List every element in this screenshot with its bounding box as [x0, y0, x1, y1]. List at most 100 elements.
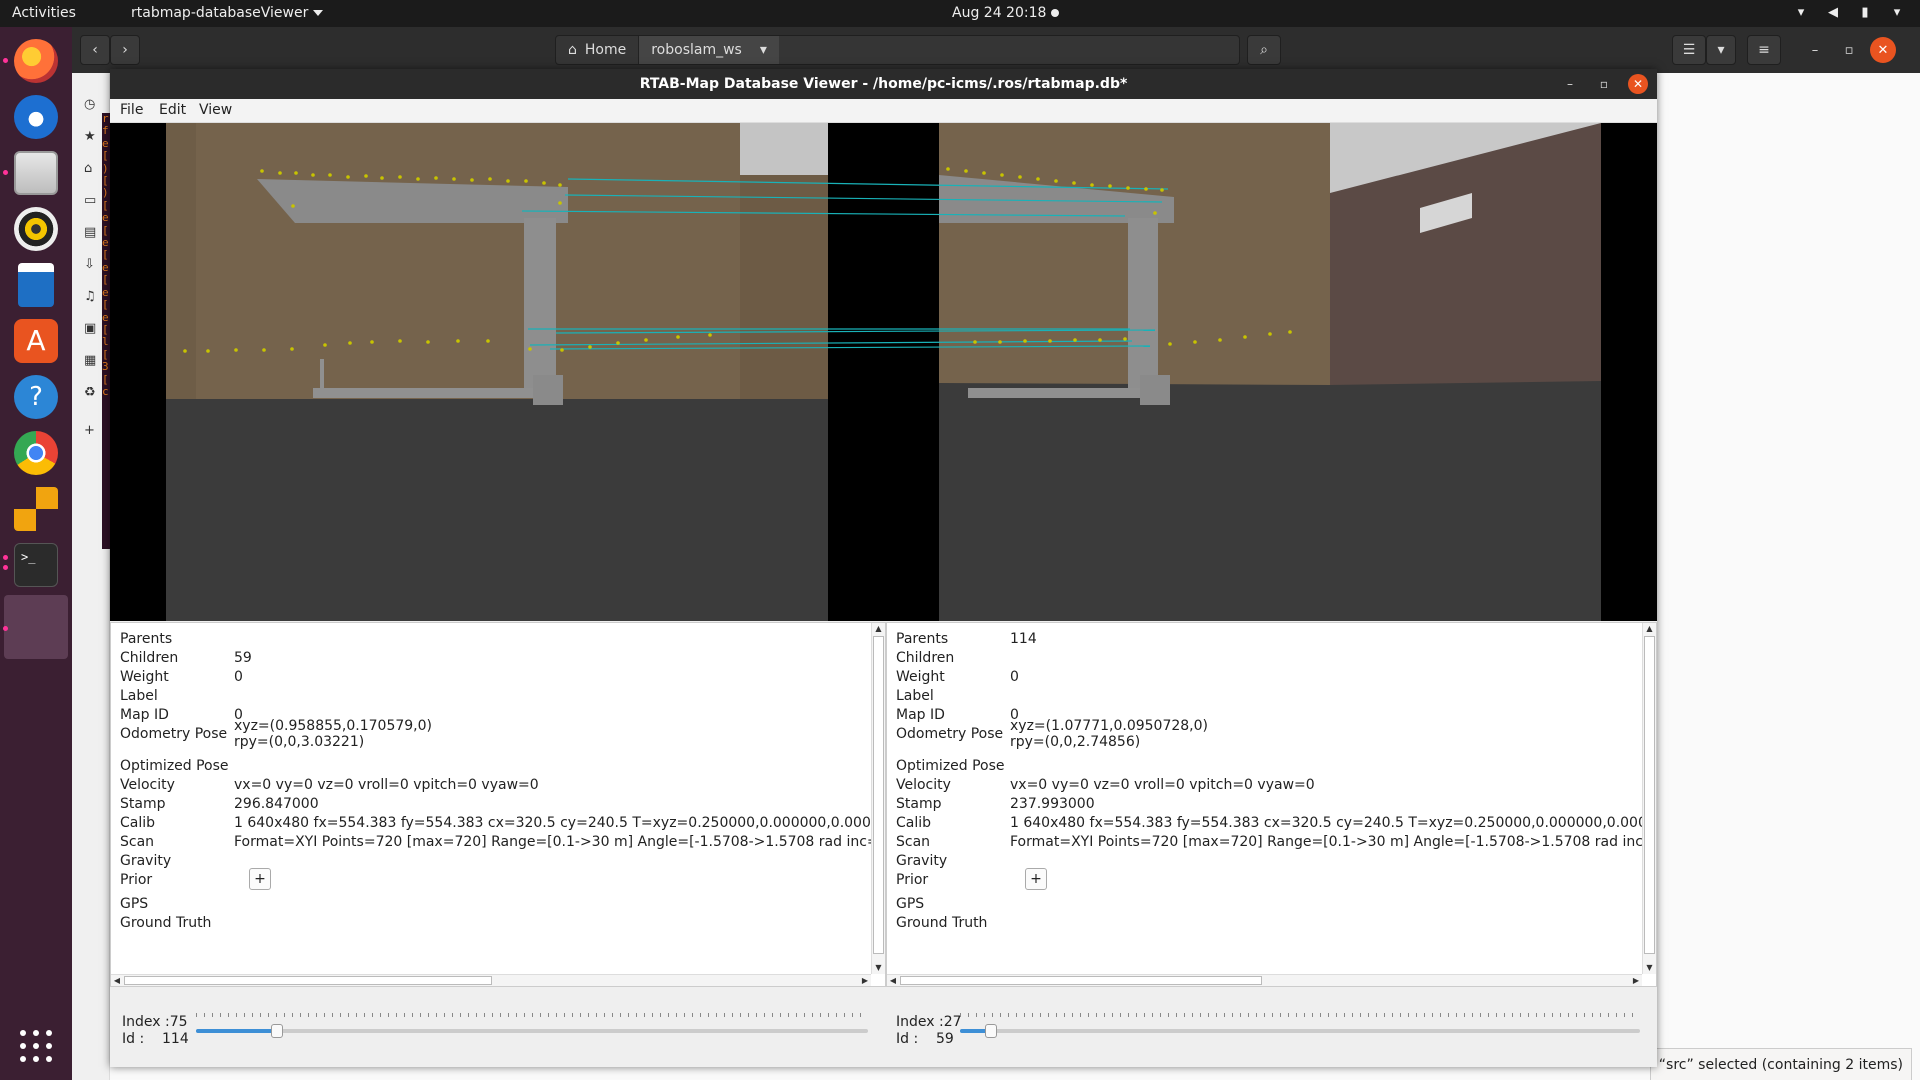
info-key: Map ID — [896, 707, 945, 723]
left-index-slider[interactable] — [196, 1024, 868, 1038]
minimize-button[interactable]: – — [1802, 37, 1828, 63]
selection-status-label: “src” selected (containing 2 items) — [1658, 1056, 1903, 1073]
left-horizontal-scrollbar[interactable]: ◀ ▶ — [111, 974, 871, 986]
right-vertical-scrollbar[interactable]: ▲ ▼ — [1642, 623, 1656, 974]
prior-add-button[interactable]: + — [249, 868, 271, 890]
firefox-icon — [14, 39, 58, 83]
scroll-thumb[interactable] — [124, 976, 492, 985]
menu-view[interactable]: View — [199, 102, 232, 118]
info-key: Weight — [896, 669, 945, 685]
desktop-icon[interactable]: ▭ — [84, 193, 96, 208]
index-label-text: Index : — [896, 1014, 944, 1030]
right-index-slider[interactable] — [960, 1024, 1640, 1038]
info-key: GPS — [896, 896, 925, 912]
info-key: Parents — [120, 631, 173, 647]
info-value: 1 640x480 fx=554.383 fy=554.383 cx=320.5… — [234, 815, 871, 831]
dock-terminal[interactable]: >_ — [10, 539, 62, 591]
menu-file[interactable]: File — [120, 102, 143, 118]
right-horizontal-scrollbar[interactable]: ◀ ▶ — [887, 974, 1642, 986]
maximize-icon: ▫ — [1844, 42, 1854, 58]
scroll-thumb[interactable] — [873, 636, 884, 954]
maximize-button[interactable]: ▫ — [1836, 37, 1862, 63]
feature-match-canvas — [166, 123, 1601, 621]
close-button[interactable]: ✕ — [1870, 37, 1896, 63]
chevron-down-icon — [313, 10, 324, 16]
info-key: Odometry Pose — [896, 726, 1004, 742]
image-comparison-view[interactable] — [110, 123, 1657, 621]
other-locations-icon[interactable]: + — [84, 423, 95, 438]
view-list-button[interactable]: ☰ — [1672, 35, 1706, 65]
slider-handle[interactable] — [985, 1024, 997, 1038]
show-applications-icon[interactable] — [20, 1030, 52, 1062]
path-folder-button[interactable]: roboslam_ws ▾ — [639, 36, 779, 64]
clock[interactable]: Aug 24 20:18 — [952, 5, 1046, 21]
right-index-value: 27 — [943, 1014, 962, 1030]
info-key: Ground Truth — [120, 915, 212, 931]
info-value: 59 — [234, 650, 252, 666]
back-button[interactable]: ‹ — [80, 35, 110, 65]
menu-edit[interactable]: Edit — [159, 102, 186, 118]
info-value: 296.847000 — [234, 796, 319, 812]
dock-writer[interactable] — [10, 259, 62, 311]
music-icon[interactable]: ♫ — [84, 289, 96, 304]
minimize-button[interactable]: – — [1560, 74, 1580, 94]
software-icon: A — [14, 319, 58, 363]
hamburger-menu-button[interactable]: ≡ — [1747, 35, 1781, 65]
dock-help[interactable]: ? — [10, 371, 62, 423]
documents-icon[interactable]: ▤ — [84, 225, 96, 240]
top-bar: Activities rtabmap-databaseViewer Aug 24… — [0, 0, 1920, 27]
slider-handle[interactable] — [271, 1024, 283, 1038]
system-tray[interactable]: ▾ ◀ ▮ ▾ — [1792, 3, 1906, 23]
videos-icon[interactable]: ▦ — [84, 353, 96, 368]
view-options-button[interactable]: ▾ — [1706, 35, 1736, 65]
pictures-icon[interactable]: ▣ — [84, 321, 96, 336]
dock-rtabmap-active[interactable] — [4, 595, 68, 659]
scroll-thumb[interactable] — [900, 976, 1262, 985]
prior-add-button[interactable]: + — [1025, 868, 1047, 890]
dock-files[interactable] — [10, 147, 62, 199]
scroll-thumb[interactable] — [1644, 636, 1655, 954]
info-key: Calib — [896, 815, 932, 831]
downloads-icon[interactable]: ⇩ — [84, 257, 95, 272]
app-menu[interactable]: rtabmap-databaseViewer — [131, 5, 324, 21]
scroll-up-icon[interactable]: ▲ — [872, 623, 885, 635]
scroll-left-icon[interactable]: ◀ — [887, 975, 899, 987]
left-id-value: 114 — [162, 1031, 189, 1047]
scroll-down-icon[interactable]: ▼ — [1643, 962, 1656, 974]
recent-icon[interactable]: ◷ — [84, 97, 95, 112]
left-node-info-panel[interactable]: Parents Children 59 Weight 0 Label Map ID 0 Odom… — [110, 622, 886, 987]
maximize-button[interactable]: ▫ — [1594, 74, 1614, 94]
path-home-button[interactable]: ⌂ Home — [556, 36, 640, 64]
path-home-label: Home — [584, 42, 627, 58]
right-node-info-panel[interactable]: Parents 114 Children Weight 0 Label Map ID 0 Odo… — [886, 622, 1657, 987]
right-id-label: Id : 59 — [896, 1031, 954, 1047]
window-title: RTAB-Map Database Viewer - /home/pc-icms… — [639, 76, 1128, 92]
trash-icon[interactable]: ♻ — [84, 385, 96, 400]
close-button[interactable]: ✕ — [1628, 74, 1648, 94]
writer-icon — [18, 263, 54, 307]
starred-icon[interactable]: ★ — [84, 129, 96, 144]
close-icon: ✕ — [1632, 77, 1644, 91]
dock-thunderbird[interactable] — [10, 91, 62, 143]
scroll-up-icon[interactable]: ▲ — [1643, 623, 1656, 635]
search-button[interactable]: ⌕ — [1247, 35, 1281, 65]
scroll-right-icon[interactable]: ▶ — [859, 975, 871, 987]
scroll-down-icon[interactable]: ▼ — [872, 962, 885, 974]
activities-button[interactable]: Activities — [12, 5, 76, 21]
dock-rhythmbox[interactable] — [10, 203, 62, 255]
info-value: vx=0 vy=0 vz=0 vroll=0 vpitch=0 vyaw=0 — [1010, 777, 1315, 793]
selection-status: “src” selected (containing 2 items) — [1649, 1048, 1912, 1080]
dock-chrome[interactable] — [10, 427, 62, 479]
dock-app-orange[interactable] — [10, 483, 62, 535]
scroll-right-icon[interactable]: ▶ — [1630, 975, 1642, 987]
dock-firefox[interactable] — [10, 35, 62, 87]
forward-button[interactable]: › — [110, 35, 140, 65]
home-icon[interactable]: ⌂ — [84, 161, 92, 176]
scroll-left-icon[interactable]: ◀ — [111, 975, 123, 987]
info-key: Stamp — [896, 796, 942, 812]
dock-software[interactable]: A — [10, 315, 62, 367]
info-key: Prior — [120, 872, 153, 888]
left-vertical-scrollbar[interactable]: ▲ ▼ — [871, 623, 885, 974]
list-view-icon: ☰ — [1682, 42, 1696, 58]
arrows-app-icon — [14, 487, 58, 531]
